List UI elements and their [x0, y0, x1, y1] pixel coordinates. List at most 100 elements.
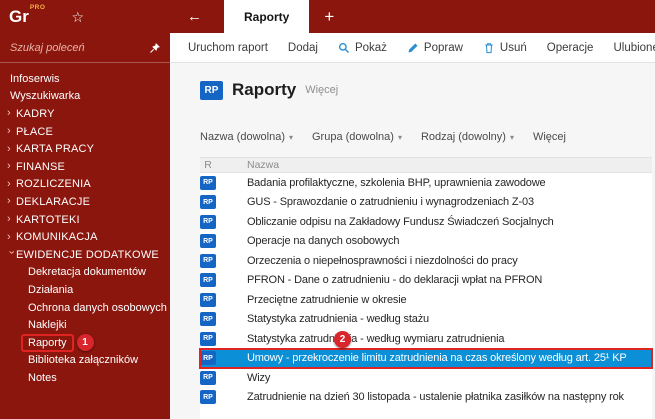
toolbar-favorites-button[interactable]: Ulubione	[603, 33, 655, 62]
chevron-expanded-icon: ›	[5, 250, 18, 255]
more-link[interactable]: Więcej	[305, 84, 338, 96]
filter-wiecej[interactable]: Więcej	[533, 131, 566, 143]
sidebar-item-deklaracje[interactable]: › DEKLARACJE	[0, 193, 170, 211]
favorites-star-icon[interactable]: ☆	[71, 10, 84, 24]
row-name: Statystyka zatrudnienia - według wymiaru…	[247, 332, 505, 345]
sidebar-item-raporty[interactable]: Raporty 1	[0, 333, 170, 352]
toolbar-edit-button[interactable]: Popraw	[397, 33, 473, 62]
filter-bar: Nazwa (dowolna) ▾ Grupa (dowolna) ▾ Rodzaj…	[200, 130, 655, 144]
rp-icon: RP	[200, 253, 216, 268]
row-name: PFRON - Dane o zatrudnieniu - do deklara…	[247, 274, 543, 287]
column-header-nazwa[interactable]: Nazwa	[247, 159, 279, 171]
sidebar-item-label: Dekretacja dokumentów	[28, 266, 147, 279]
table-row[interactable]: RP Orzeczenia o niepełnosprawności i niez…	[200, 251, 652, 271]
sidebar-item-label: KOMUNIKACJA	[16, 231, 98, 244]
app-logo: GrPRO	[9, 4, 46, 26]
row-name: Zatrudnienie na dzień 30 listopada - ust…	[247, 391, 624, 404]
table-row[interactable]: RP PFRON - Dane o zatrudnieniu - do dekla…	[200, 271, 652, 291]
filter-label: Nazwa (dowolna)	[200, 131, 285, 143]
chevron-right-icon: ›	[7, 160, 11, 173]
toolbar-button-label: Dodaj	[287, 41, 318, 54]
sidebar-item-dekretacja-dokumentow[interactable]: Dekretacja dokumentów	[0, 264, 170, 282]
sidebar-item-label: KARTOTEKI	[16, 213, 80, 226]
toolbar-add-button[interactable]: Dodaj	[278, 33, 328, 62]
sidebar-item-kartoteki[interactable]: › KARTOTEKI	[0, 211, 170, 229]
reports-table: R Nazwa RP Badania profilaktyczne, szkole…	[199, 157, 653, 419]
pin-icon[interactable]	[149, 42, 161, 54]
table-row[interactable]: RP Operacje na danych osobowych	[200, 232, 652, 252]
sidebar-item-kadry[interactable]: › KADRY	[0, 105, 170, 123]
table-row[interactable]: RP GUS - Sprawozdanie o zatrudnieniu i wy…	[200, 193, 652, 213]
command-search[interactable]	[0, 33, 170, 63]
sidebar-item-komunikacja[interactable]: › KOMUNIKACJA	[0, 228, 170, 246]
table-row[interactable]: RP Obliczanie odpisu na Zakładowy Fundusz…	[200, 212, 652, 232]
pencil-icon	[407, 42, 419, 54]
sidebar-item-finanse[interactable]: › FINANSE	[0, 158, 170, 176]
rp-icon: RP	[200, 273, 216, 288]
chevron-right-icon: ›	[7, 107, 11, 120]
toolbar-button-label: Operacje	[546, 41, 594, 54]
sidebar: Infoserwis Wyszukiwarka › KADRY › PŁACE › K…	[0, 33, 170, 419]
shell: Infoserwis Wyszukiwarka › KADRY › PŁACE › K…	[0, 33, 655, 419]
row-name: Umowy - przekroczenie limitu zatrudnieni…	[247, 352, 627, 365]
toolbar-button-label: Ulubione	[613, 41, 655, 54]
sidebar-item-karta-pracy[interactable]: › KARTA PRACY	[0, 140, 170, 158]
sidebar-item-label: EWIDENCJE DODATKOWE	[16, 248, 159, 261]
filter-label: Grupa (dowolna)	[312, 131, 394, 143]
column-header-r[interactable]: R	[200, 159, 216, 171]
toolbar-run-report-button[interactable]: Uruchom raport	[178, 33, 278, 62]
filter-rodzaj[interactable]: Rodzaj (dowolny) ▾	[421, 131, 514, 143]
sidebar-item-rozliczenia[interactable]: › ROZLICZENIA	[0, 176, 170, 194]
toolbar-operations-button[interactable]: Operacje	[537, 33, 604, 62]
sidebar-item-dzialania[interactable]: Działania	[0, 281, 170, 299]
chevron-down-icon: ▾	[397, 132, 402, 142]
filter-grupa[interactable]: Grupa (dowolna) ▾	[312, 131, 402, 143]
rp-icon: RP	[200, 234, 216, 249]
toolbar-show-button[interactable]: Pokaż	[328, 33, 397, 62]
sidebar-item-label: Raporty	[28, 336, 67, 349]
brand-area: GrPRO ☆	[0, 0, 170, 33]
new-tab-button[interactable]: +	[309, 0, 349, 33]
table-row[interactable]: RP Przeciętne zatrudnienie w okresie	[200, 290, 652, 310]
filter-nazwa[interactable]: Nazwa (dowolna) ▾	[200, 131, 293, 143]
chevron-right-icon: ›	[7, 177, 11, 190]
toolbar: Uruchom raport Dodaj Pokaż Popraw Usuń O…	[170, 33, 655, 63]
sidebar-item-place[interactable]: › PŁACE	[0, 123, 170, 141]
tab-raporty[interactable]: Raporty	[224, 0, 310, 33]
sidebar-item-ewidencje-dodatkowe[interactable]: › EWIDENCJE DODATKOWE	[0, 246, 170, 264]
sidebar-item-wyszukiwarka[interactable]: Wyszukiwarka	[0, 88, 170, 106]
toolbar-button-label: Uruchom raport	[188, 41, 268, 54]
back-arrow-icon[interactable]: ←	[187, 8, 202, 25]
table-row[interactable]: RP Zatrudnienie na dzień 30 listopada - u…	[200, 388, 652, 408]
table-rows: RP Badania profilaktyczne, szkolenia BHP,…	[199, 173, 653, 419]
sidebar-item-ochrona-danych[interactable]: Ochrona danych osobowych	[0, 299, 170, 317]
table-row[interactable]: RP Statystyka zatrudnienia - według wymia…	[200, 329, 652, 349]
chevron-right-icon: ›	[7, 142, 11, 155]
toolbar-delete-button[interactable]: Usuń	[473, 33, 537, 62]
table-row[interactable]: RP Statystyka zatrudnienia - według stażu	[200, 310, 652, 330]
table-row[interactable]: RP Badania profilaktyczne, szkolenia BHP,…	[200, 173, 652, 193]
row-name: Operacje na danych osobowych	[247, 235, 400, 248]
app-window: GrPRO ☆ ← Raporty + Infoserwis Wyszukiwa…	[0, 0, 655, 419]
annotation-box-raporty: Raporty	[21, 333, 74, 352]
toolbar-button-label: Usuń	[499, 41, 527, 54]
sidebar-item-label: PŁACE	[16, 125, 54, 138]
sidebar-item-label: DEKLARACJE	[16, 195, 91, 208]
sidebar-item-notes[interactable]: Notes	[0, 369, 170, 387]
sidebar-item-label: ROZLICZENIA	[16, 178, 91, 191]
table-row[interactable]: RP Wizy	[200, 368, 652, 388]
row-name: Statystyka zatrudnienia - według stażu	[247, 313, 430, 326]
sidebar-item-label: Ochrona danych osobowych	[28, 301, 167, 314]
sidebar-item-infoserwis[interactable]: Infoserwis	[0, 70, 170, 88]
row-name: Obliczanie odpisu na Zakładowy Fundusz Ś…	[247, 215, 554, 228]
rp-icon: RP	[200, 390, 216, 405]
sidebar-item-biblioteka-zalacznikow[interactable]: Biblioteka załączników	[0, 352, 170, 370]
table-row-selected[interactable]: RP Umowy - przekroczenie limitu zatrudni…	[199, 330, 653, 369]
sidebar-item-naklejki[interactable]: Naklejki	[0, 316, 170, 334]
table-header: R Nazwa	[200, 157, 652, 173]
search-input[interactable]	[10, 41, 144, 54]
chevron-right-icon: ›	[7, 213, 11, 226]
chevron-down-icon: ▾	[288, 132, 293, 142]
chevron-right-icon: ›	[7, 125, 11, 138]
sidebar-item-label: KARTA PRACY	[16, 143, 95, 156]
